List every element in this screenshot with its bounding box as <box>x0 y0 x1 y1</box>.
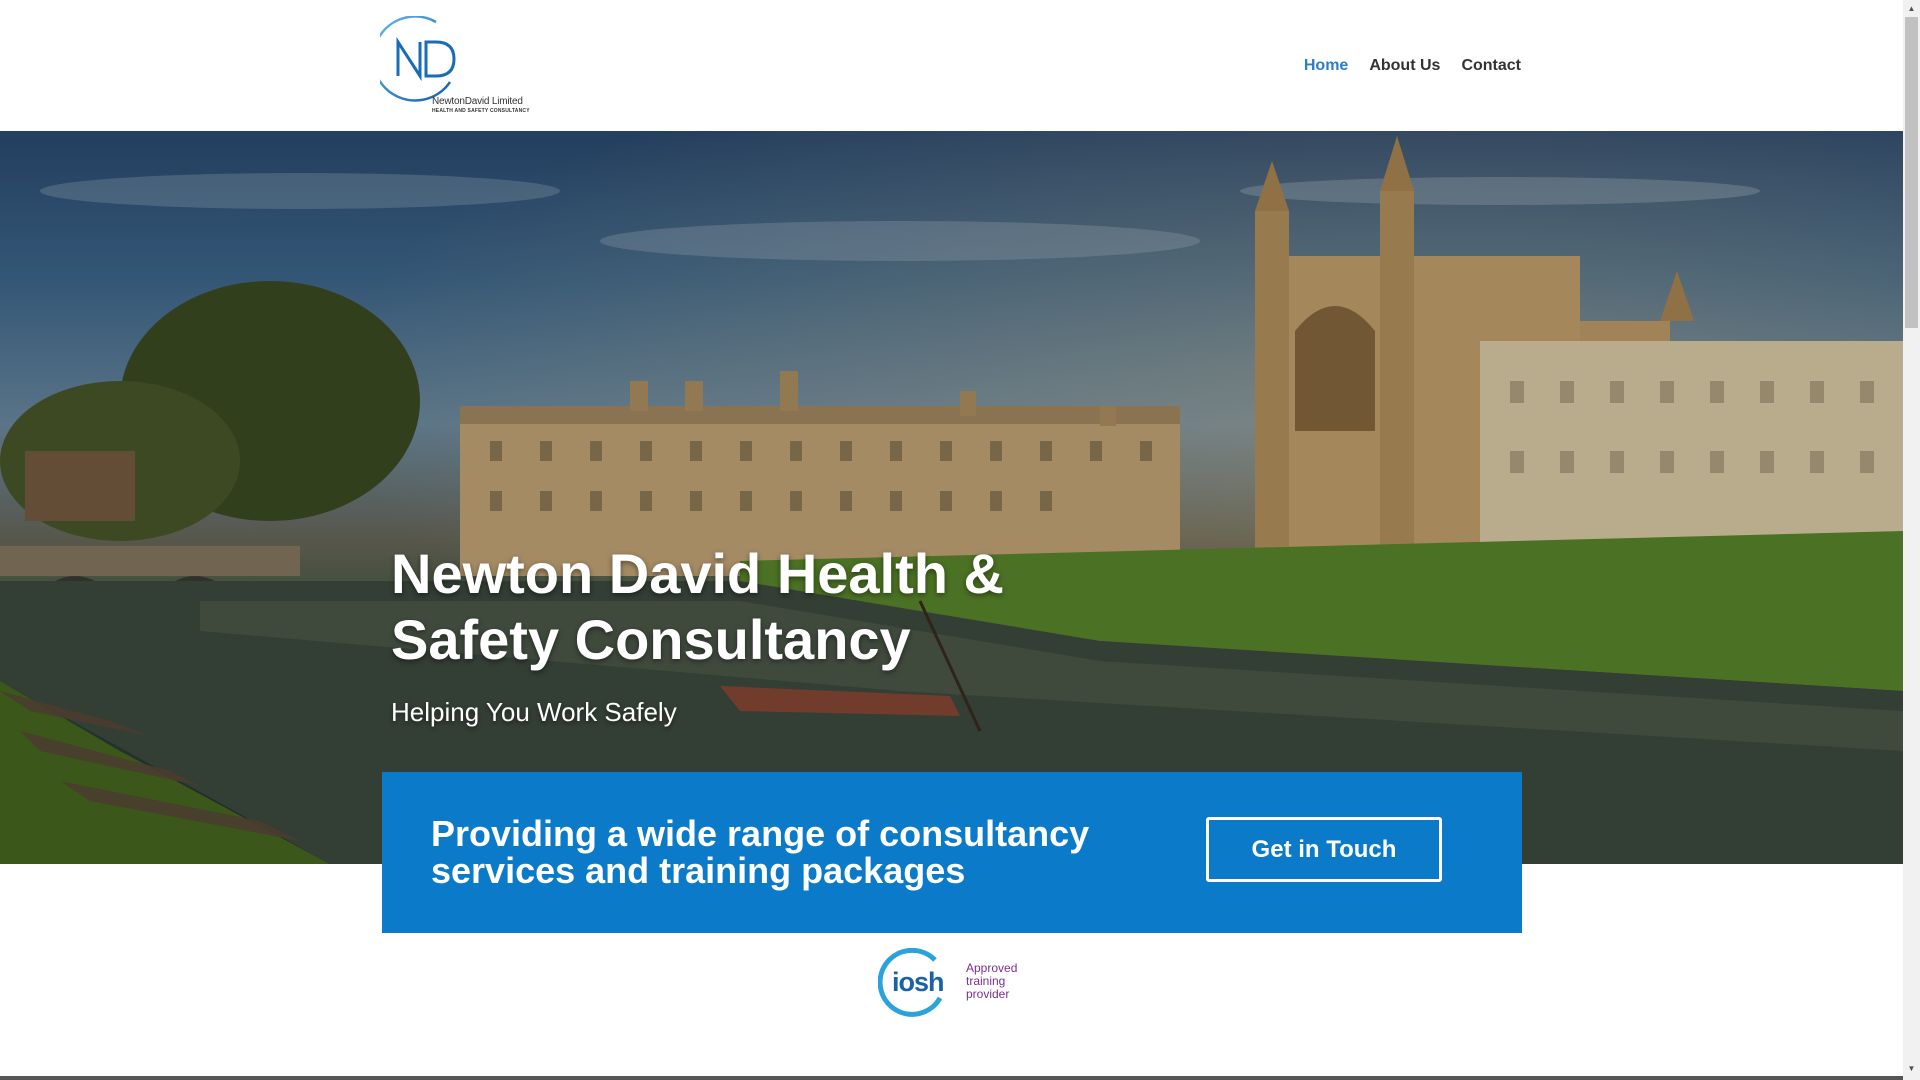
iosh-wordmark: iosh <box>892 967 945 997</box>
logo-company-name: NewtonDavid Limited <box>432 96 523 107</box>
iosh-caption-line: provider <box>966 987 1010 1001</box>
cta-banner: Providing a wide range of consultancy se… <box>382 772 1522 933</box>
cta-text: Providing a wide range of consultancy se… <box>431 813 1090 891</box>
logo-tagline: HEALTH AND SAFETY CONSULTANCY <box>432 108 530 114</box>
nav-about-us[interactable]: About Us <box>1369 57 1440 75</box>
main-nav: Home About Us Contact <box>1304 57 1521 75</box>
scroll-up-icon[interactable]: ▲ <box>1903 0 1920 17</box>
scrollbar-thumb[interactable] <box>1905 17 1918 328</box>
get-in-touch-button[interactable]: Get in Touch <box>1206 817 1442 882</box>
hero-overlay <box>0 131 1903 864</box>
hero-title: Newton David Health & Safety Consultancy <box>391 542 1004 671</box>
iosh-caption: Approved training provider <box>966 962 1017 1001</box>
vertical-scrollbar[interactable]: ▲ ▼ <box>1903 0 1920 1080</box>
nav-contact[interactable]: Contact <box>1461 57 1521 75</box>
scroll-down-icon[interactable]: ▼ <box>1903 1060 1920 1077</box>
site-logo[interactable]: NewtonDavid Limited HEALTH AND SAFETY CO… <box>380 16 530 116</box>
page: NewtonDavid Limited HEALTH AND SAFETY CO… <box>0 0 1903 1080</box>
hero-banner: Newton David Health & Safety Consultancy… <box>0 131 1903 864</box>
hero-subtitle: Helping You Work Safely <box>391 697 677 727</box>
bottom-border <box>0 1076 1903 1080</box>
iosh-badge: iosh Approved training provider <box>878 948 1028 1020</box>
site-header: NewtonDavid Limited HEALTH AND SAFETY CO… <box>0 0 1903 131</box>
nav-home[interactable]: Home <box>1304 57 1348 75</box>
